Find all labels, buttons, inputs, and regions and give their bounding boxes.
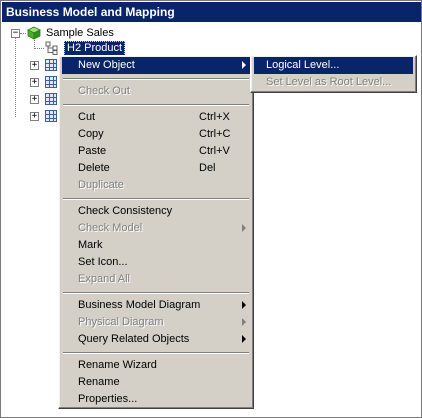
- menu-item-cut[interactable]: Cut Ctrl+X: [62, 109, 250, 126]
- window-title: Business Model and Mapping: [2, 2, 421, 22]
- menu-separator: [63, 352, 249, 354]
- menu-item-rename-wizard[interactable]: Rename Wizard: [62, 357, 250, 374]
- menu-item-set-level-as-root: Set Level as Root Level...: [266, 76, 392, 88]
- expand-expander[interactable]: +: [30, 61, 39, 70]
- tree-connector: [34, 48, 44, 49]
- expand-expander[interactable]: +: [30, 112, 39, 121]
- hierarchy-icon: [45, 41, 58, 55]
- menu-item-paste[interactable]: Paste Ctrl+V: [62, 143, 250, 160]
- tree-connector: [15, 37, 16, 117]
- expand-expander[interactable]: +: [30, 78, 39, 87]
- menu-item-mark[interactable]: Mark: [62, 237, 250, 254]
- menu-item-set-icon[interactable]: Set Icon...: [62, 254, 250, 271]
- table-icon: [45, 59, 57, 71]
- context-menu: New Object Check Out Cut Ctrl+X Copy Ctr…: [58, 55, 254, 409]
- menu-item-delete[interactable]: Delete Del: [62, 160, 250, 177]
- tree-connector: [20, 33, 26, 34]
- menu-item-duplicate: Duplicate: [78, 179, 124, 191]
- table-icon: [45, 93, 57, 105]
- expand-expander[interactable]: +: [30, 95, 39, 104]
- tree-item-selected[interactable]: H2 Product: [64, 41, 126, 56]
- menu-separator: [63, 104, 249, 106]
- business-model-icon: [27, 26, 41, 40]
- menu-separator: [63, 78, 249, 80]
- collapse-expander[interactable]: −: [11, 29, 20, 38]
- chevron-right-icon: [242, 318, 246, 326]
- chevron-right-icon: [242, 61, 246, 69]
- chevron-right-icon: [242, 301, 246, 309]
- chevron-right-icon: [242, 335, 246, 343]
- table-icon: [45, 110, 57, 122]
- menu-item-physical-diagram: Physical Diagram: [62, 314, 250, 331]
- menu-item-new-object[interactable]: New Object: [62, 57, 250, 74]
- menu-item-expand-all: Expand All: [78, 273, 130, 285]
- tree-item-root[interactable]: Sample Sales: [46, 25, 114, 41]
- table-icon: [45, 76, 57, 88]
- chevron-right-icon: [242, 224, 246, 232]
- menu-item-business-model-diagram[interactable]: Business Model Diagram: [62, 297, 250, 314]
- menu-item-check-consistency[interactable]: Check Consistency: [62, 203, 250, 220]
- tree-item-label: H2 Product: [67, 42, 123, 54]
- menu-separator: [63, 292, 249, 294]
- menu-item-rename[interactable]: Rename: [62, 374, 250, 391]
- menu-item-logical-level[interactable]: Logical Level...: [254, 57, 413, 74]
- menu-separator: [63, 198, 249, 200]
- menu-item-copy[interactable]: Copy Ctrl+C: [62, 126, 250, 143]
- menu-item-check-out: Check Out: [78, 85, 130, 97]
- tree-item-label: Sample Sales: [46, 27, 114, 39]
- menu-item-query-related-objects[interactable]: Query Related Objects: [62, 331, 250, 348]
- menu-item-properties[interactable]: Properties...: [62, 391, 250, 408]
- new-object-submenu: Logical Level... Set Level as Root Level…: [250, 55, 417, 93]
- menu-item-check-model: Check Model: [62, 220, 250, 237]
